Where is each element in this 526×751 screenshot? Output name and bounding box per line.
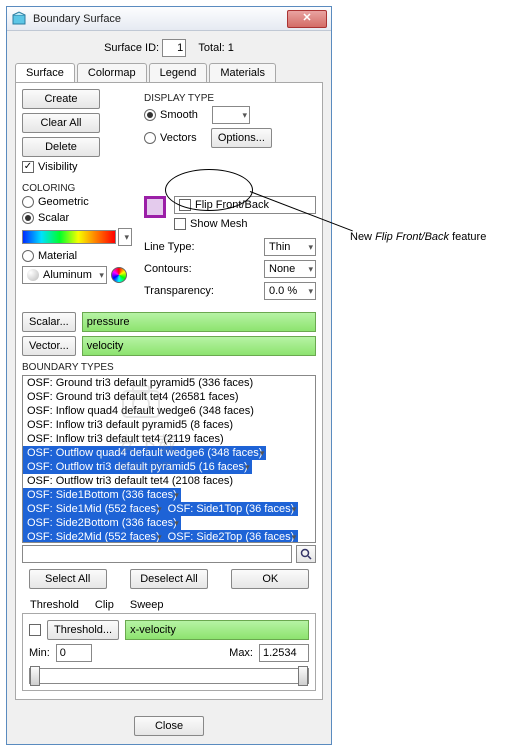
- tab-threshold[interactable]: Threshold: [22, 597, 87, 613]
- color-spectrum[interactable]: [22, 230, 116, 244]
- tab-surface[interactable]: Surface: [15, 63, 75, 82]
- min-input[interactable]: 0: [56, 644, 92, 662]
- threshold-button[interactable]: Threshold...: [47, 620, 119, 640]
- max-input[interactable]: 1.2534: [259, 644, 309, 662]
- visibility-checkbox[interactable]: [22, 161, 34, 173]
- boundary-types-list[interactable]: OSF: Ground tri3 default pyramid5 (336 f…: [22, 375, 316, 543]
- material-select[interactable]: Aluminum: [22, 266, 107, 284]
- contours-label: Contours:: [144, 263, 192, 275]
- transparency-select[interactable]: 0.0 %: [264, 282, 316, 300]
- close-button[interactable]: Close: [134, 716, 204, 736]
- line-type-label: Line Type:: [144, 241, 195, 253]
- scalar-label: Scalar: [38, 212, 69, 224]
- boundary-types-group: BOUNDARY TYPES: [22, 362, 316, 373]
- options-button[interactable]: Options...: [211, 128, 272, 148]
- tab-colormap[interactable]: Colormap: [77, 63, 147, 82]
- boundary-surface-dialog: Boundary Surface ✕ Surface ID: 1 Total: …: [6, 6, 332, 745]
- geometric-label: Geometric: [38, 196, 89, 208]
- smooth-select[interactable]: [212, 106, 250, 124]
- annotation-text: New Flip Front/Back feature: [350, 228, 486, 243]
- search-button[interactable]: [296, 545, 316, 563]
- total-label: Total:: [198, 42, 224, 54]
- smooth-radio[interactable]: [144, 109, 156, 121]
- clear-all-button[interactable]: Clear All: [22, 113, 100, 133]
- line-type-select[interactable]: Thin: [264, 238, 316, 256]
- total-value: 1: [228, 42, 234, 54]
- surface-id-input[interactable]: 1: [162, 39, 186, 57]
- list-item[interactable]: OSF: Side2Mid (552 faces): [23, 530, 164, 543]
- list-item[interactable]: OSF: Outflow quad4 default wedge6 (348 f…: [23, 446, 266, 460]
- scalar-button[interactable]: Scalar...: [22, 312, 76, 332]
- surface-panel: Create Clear All Delete Visibility DISPL…: [15, 83, 323, 700]
- threshold-field[interactable]: x-velocity: [125, 620, 309, 640]
- main-tabs: Surface Colormap Legend Materials: [15, 63, 323, 83]
- list-item[interactable]: OSF: Ground tri3 default pyramid5 (336 f…: [23, 376, 315, 390]
- material-icon: [27, 269, 39, 281]
- min-label: Min:: [29, 647, 50, 659]
- list-item[interactable]: OSF: Outflow tri3 default tet4 (2108 fac…: [23, 474, 315, 488]
- scalar-radio[interactable]: [22, 212, 34, 224]
- list-item[interactable]: OSF: Side1Bottom (336 faces): [23, 488, 181, 502]
- list-item[interactable]: OSF: Side2Bottom (336 faces): [23, 516, 181, 530]
- material-value: Aluminum: [43, 269, 92, 281]
- titlebar[interactable]: Boundary Surface ✕: [7, 7, 331, 31]
- list-item[interactable]: OSF: Ground tri3 default tet4 (26581 fac…: [23, 390, 315, 404]
- deselect-all-button[interactable]: Deselect All: [130, 569, 208, 589]
- threshold-slider[interactable]: [29, 668, 309, 684]
- tab-clip[interactable]: Clip: [87, 597, 122, 613]
- list-item[interactable]: OSF: Inflow tri3 default tet4 (2119 face…: [23, 432, 315, 446]
- geometric-radio[interactable]: [22, 196, 34, 208]
- search-icon: [300, 548, 312, 560]
- color-wheel-icon[interactable]: [111, 267, 127, 283]
- vectors-radio[interactable]: [144, 132, 156, 144]
- transparency-label: Transparency:: [144, 285, 214, 297]
- tab-legend[interactable]: Legend: [149, 63, 208, 82]
- slider-max-thumb[interactable]: [298, 666, 308, 686]
- max-label: Max:: [229, 647, 253, 659]
- window-title: Boundary Surface: [33, 13, 287, 25]
- vector-field[interactable]: velocity: [82, 336, 316, 356]
- create-button[interactable]: Create: [22, 89, 100, 109]
- vector-button[interactable]: Vector...: [22, 336, 76, 356]
- list-item[interactable]: OSF: Inflow quad4 default wedge6 (348 fa…: [23, 404, 315, 418]
- visibility-label: Visibility: [38, 161, 78, 173]
- vectors-label: Vectors: [160, 132, 197, 144]
- threshold-tabs: Threshold Clip Sweep: [22, 597, 316, 614]
- list-item[interactable]: OSF: Side1Top (36 faces): [164, 502, 299, 516]
- show-mesh-checkbox[interactable]: [174, 218, 186, 230]
- display-type-group: DISPLAY TYPE: [144, 93, 316, 104]
- close-window-button[interactable]: ✕: [287, 10, 327, 28]
- tab-materials[interactable]: Materials: [209, 63, 276, 82]
- filter-input[interactable]: [22, 545, 292, 563]
- surface-id-row: Surface ID: 1 Total: 1: [7, 31, 331, 63]
- threshold-enable-checkbox[interactable]: [29, 624, 41, 636]
- ok-button[interactable]: OK: [231, 569, 309, 589]
- geometric-color-swatch[interactable]: [144, 196, 166, 218]
- list-item[interactable]: OSF: Outflow tri3 default pyramid5 (16 f…: [23, 460, 252, 474]
- list-item[interactable]: OSF: Side2Top (36 faces): [164, 530, 299, 543]
- callout-ellipse: [165, 169, 253, 211]
- select-all-button[interactable]: Select All: [29, 569, 107, 589]
- scalar-field[interactable]: pressure: [82, 312, 316, 332]
- spectrum-select[interactable]: [118, 228, 132, 246]
- contours-select[interactable]: None: [264, 260, 316, 278]
- material-label: Material: [38, 250, 77, 262]
- show-mesh-label: Show Mesh: [190, 218, 247, 230]
- material-radio[interactable]: [22, 250, 34, 262]
- app-icon: [11, 11, 27, 27]
- list-item[interactable]: OSF: Side1Mid (552 faces): [23, 502, 164, 516]
- tab-sweep[interactable]: Sweep: [122, 597, 172, 613]
- surface-id-label: Surface ID:: [104, 42, 159, 54]
- slider-min-thumb[interactable]: [30, 666, 40, 686]
- smooth-label: Smooth: [160, 109, 198, 121]
- delete-button[interactable]: Delete: [22, 137, 100, 157]
- list-item[interactable]: OSF: Inflow tri3 default pyramid5 (8 fac…: [23, 418, 315, 432]
- threshold-panel: Threshold... x-velocity Min: 0 Max: 1.25…: [22, 614, 316, 691]
